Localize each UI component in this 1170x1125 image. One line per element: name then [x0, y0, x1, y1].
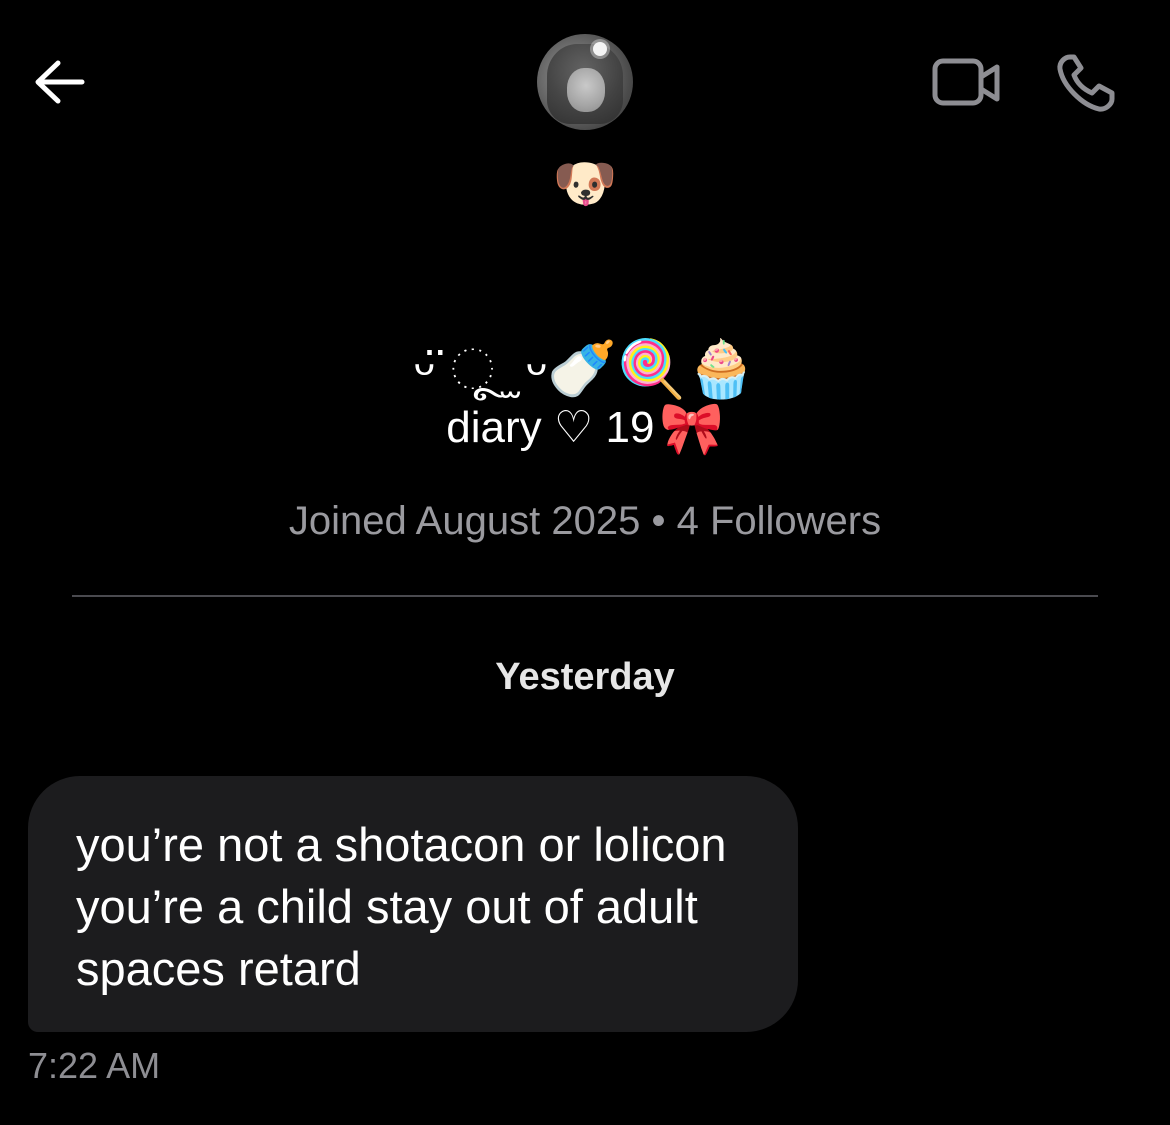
- back-button[interactable]: [30, 55, 90, 109]
- message-timestamp: 7:22 AM: [28, 1045, 161, 1086]
- profile-name-line1: ᵕ̈ ૂ ̫ ᵕ🍼🍭🧁: [413, 337, 757, 400]
- avatar-face: [567, 68, 605, 112]
- date-separator: Yesterday: [495, 656, 675, 698]
- followers-count[interactable]: 4 Followers: [677, 499, 882, 543]
- status-emoji: 🐶: [552, 155, 618, 213]
- video-call-button[interactable]: [930, 55, 1002, 111]
- message-text: you’re not a shotacon or lolicon you’re …: [76, 818, 727, 995]
- profile-meta: Joined August 2025 • 4 Followers: [0, 496, 1170, 546]
- arrow-left-icon: [35, 60, 85, 104]
- profile-name-line2: diary ♡ 19 🎀: [0, 398, 1170, 459]
- profile-name-text: diary ♡ 19: [446, 403, 655, 452]
- voice-call-button[interactable]: [1054, 52, 1118, 114]
- message-bubble[interactable]: you’re not a shotacon or lolicon you’re …: [28, 776, 798, 1032]
- video-camera-icon: [932, 58, 1000, 106]
- phone-icon: [1057, 54, 1115, 112]
- avatar-flower: [593, 42, 607, 56]
- divider: [72, 595, 1098, 597]
- chat-header: [0, 0, 1170, 140]
- meta-separator: •: [651, 499, 666, 543]
- joined-date: Joined August 2025: [288, 499, 641, 543]
- bow-emoji: 🎀: [658, 400, 724, 458]
- avatar[interactable]: [537, 34, 633, 130]
